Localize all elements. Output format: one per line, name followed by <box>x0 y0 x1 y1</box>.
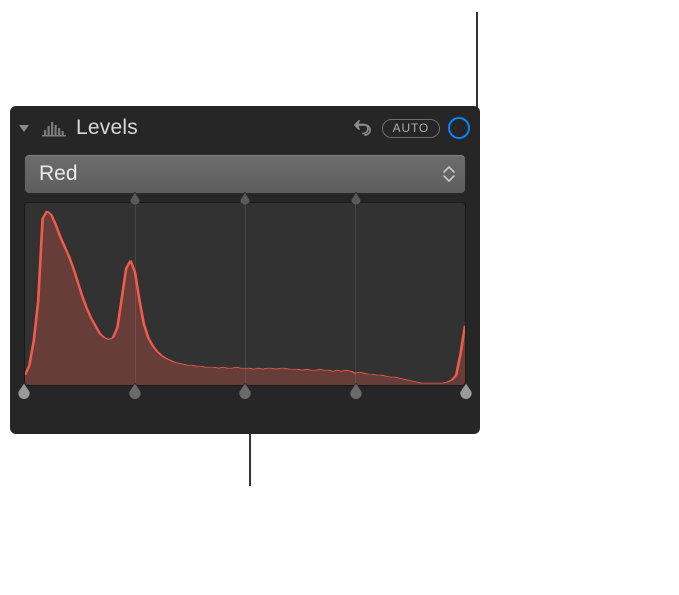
midtones-handle[interactable] <box>238 382 252 402</box>
channel-popup[interactable]: Red <box>24 154 466 194</box>
white-point-handle[interactable] <box>459 382 473 402</box>
top-slider-handle[interactable] <box>239 192 251 206</box>
top-slider-handle[interactable] <box>350 192 362 206</box>
disclosure-triangle[interactable] <box>16 120 32 136</box>
top-slider-handle[interactable] <box>129 192 141 206</box>
auto-button[interactable]: AUTO <box>382 119 440 138</box>
histogram-container <box>24 202 466 386</box>
histogram <box>24 202 466 386</box>
undo-icon[interactable] <box>352 117 374 139</box>
levels-panel: Levels AUTO Red <box>10 106 480 434</box>
levels-icon <box>40 117 68 139</box>
black-point-handle[interactable] <box>17 382 31 402</box>
slider-track <box>24 386 466 410</box>
panel-title: Levels <box>76 116 344 140</box>
channel-popup-label: Red <box>39 162 78 186</box>
enable-toggle[interactable] <box>448 117 470 139</box>
highlights-handle[interactable] <box>349 382 363 402</box>
popup-stepper-icon <box>443 166 455 182</box>
shadows-handle[interactable] <box>128 382 142 402</box>
levels-header: Levels AUTO <box>10 106 480 144</box>
